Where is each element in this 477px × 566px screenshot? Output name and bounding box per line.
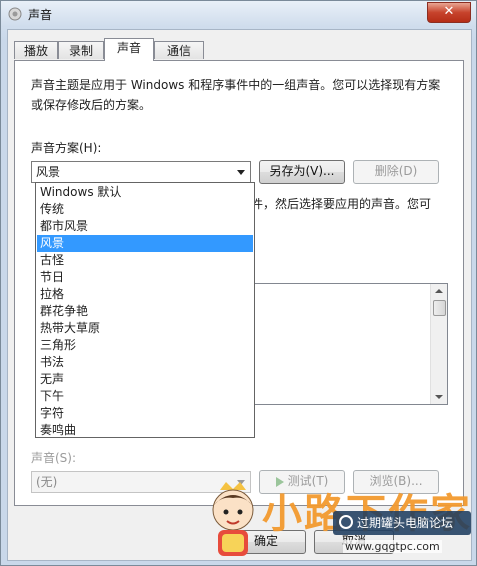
scheme-option[interactable]: 传统 bbox=[37, 201, 253, 218]
sound-scheme-label: 声音方案(H): bbox=[31, 141, 102, 155]
forum-badge-text: 过期罐头电脑论坛 bbox=[357, 516, 454, 530]
window-title: 声音 bbox=[28, 8, 53, 22]
sound-theme-description: 声音主题是应用于 Windows 和程序事件中的一组声音。您可以选择现有方案或保… bbox=[31, 78, 441, 112]
scheme-option[interactable]: 字符 bbox=[37, 405, 253, 422]
chevron-down-icon bbox=[237, 170, 245, 175]
scroll-up-icon[interactable] bbox=[435, 289, 443, 293]
tab-playback[interactable]: 播放 bbox=[14, 41, 58, 59]
scheme-option[interactable]: 拉格 bbox=[37, 286, 253, 303]
tab-communications[interactable]: 通信 bbox=[154, 41, 204, 59]
sound-scheme-dropdown-list[interactable]: Windows 默认 传统 都市风景 风景 古怪 节日 拉格 群花争艳 热带大草… bbox=[35, 182, 255, 438]
delete-button[interactable]: 删除(D) bbox=[353, 160, 439, 184]
scheme-option[interactable]: 书法 bbox=[37, 354, 253, 371]
close-button[interactable]: ✕ bbox=[427, 2, 471, 23]
watermark-url: www.gqgtpc.com bbox=[343, 540, 442, 553]
forum-logo-icon bbox=[339, 515, 353, 529]
speaker-icon bbox=[8, 7, 22, 21]
sound-label: 声音(S): bbox=[31, 451, 77, 465]
scroll-down-icon[interactable] bbox=[435, 395, 443, 399]
tab-sounds[interactable]: 声音 bbox=[104, 38, 154, 61]
tab-recording[interactable]: 录制 bbox=[58, 41, 104, 59]
program-events-list[interactable] bbox=[251, 283, 448, 405]
scheme-option[interactable]: 都市风景 bbox=[37, 218, 253, 235]
scheme-option[interactable]: 节日 bbox=[37, 269, 253, 286]
scheme-option-selected[interactable]: 风景 bbox=[37, 235, 253, 252]
title-bar[interactable]: 声音 ✕ bbox=[1, 1, 476, 27]
scheme-option[interactable]: 下午 bbox=[37, 388, 253, 405]
scheme-option[interactable]: 三角形 bbox=[37, 337, 253, 354]
scheme-option[interactable]: 无声 bbox=[37, 371, 253, 388]
close-icon: ✕ bbox=[443, 4, 455, 19]
program-events-instruction: 件，然后选择要应用的声音。您可 bbox=[251, 197, 432, 211]
scheme-option[interactable]: 热带大草原 bbox=[37, 320, 253, 337]
sound-file-value: (无) bbox=[36, 475, 58, 489]
scheme-option[interactable]: 奏鸣曲 bbox=[37, 422, 253, 439]
scheme-option[interactable]: 古怪 bbox=[37, 252, 253, 269]
sound-scheme-combobox[interactable]: 风景 bbox=[31, 161, 251, 183]
scroll-thumb[interactable] bbox=[433, 300, 446, 316]
forum-badge: 过期罐头电脑论坛 bbox=[333, 511, 471, 535]
scheme-option[interactable]: Windows 默认 bbox=[37, 184, 253, 201]
scheme-option[interactable]: 群花争艳 bbox=[37, 303, 253, 320]
sound-scheme-value: 风景 bbox=[36, 165, 61, 179]
cartoon-mascot-icon bbox=[212, 482, 254, 556]
events-scrollbar[interactable] bbox=[430, 284, 447, 404]
save-as-button[interactable]: 另存为(V)... bbox=[259, 160, 345, 184]
